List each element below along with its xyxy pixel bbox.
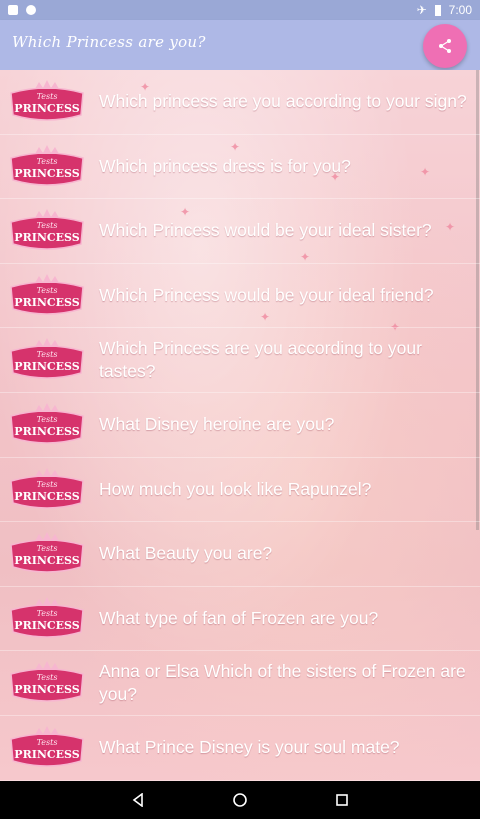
logo-small-text: Tests <box>37 544 58 553</box>
logo-big-text: PRINCESS <box>14 490 79 503</box>
share-icon <box>439 39 451 53</box>
home-icon <box>233 793 247 807</box>
quiz-list-item[interactable]: Tests PRINCESS What Disney heroine are y… <box>0 393 480 458</box>
logo-big-text: PRINCESS <box>14 554 79 567</box>
tests-princess-logo-icon: Tests PRINCESS <box>10 144 84 186</box>
tests-princess-logo-icon: Tests PRINCESS <box>10 725 84 767</box>
logo-big-text: PRINCESS <box>14 619 79 632</box>
quiz-item-label: Which Princess would be your ideal frien… <box>99 285 434 306</box>
tests-princess-logo-icon: Tests PRINCESS <box>10 467 84 509</box>
tests-princess-logo-icon: Tests PRINCESS <box>10 273 84 315</box>
status-system: ✈ 7:00 <box>417 0 472 20</box>
tests-princess-logo-icon: Tests PRINCESS <box>10 402 84 444</box>
quiz-item-label: What Beauty you are? <box>99 543 273 564</box>
quiz-list-item[interactable]: Tests PRINCESS Which princess dress is f… <box>0 135 480 200</box>
quiz-list-item[interactable]: Tests PRINCESS Which Princess would be y… <box>0 199 480 264</box>
quiz-list-item[interactable]: Tests PRINCESS What Beauty you are? <box>0 522 480 587</box>
recents-button[interactable] <box>332 790 352 810</box>
logo-big-text: PRINCESS <box>14 296 79 309</box>
quiz-list-item[interactable]: Tests PRINCESS Which princess are you ac… <box>0 70 480 135</box>
quiz-list-item[interactable]: Tests PRINCESS How much you look like Ra… <box>0 458 480 523</box>
logo-small-text: Tests <box>37 157 58 166</box>
quiz-item-label: What Disney heroine are you? <box>99 414 335 435</box>
quiz-list-item[interactable]: Tests PRINCESS Anna or Elsa Which of the… <box>0 651 480 716</box>
quiz-item-label: Which princess dress is for you? <box>99 155 351 176</box>
logo-big-text: PRINCESS <box>14 167 79 180</box>
quiz-item-label: Which Princess would be your ideal siste… <box>99 220 432 241</box>
logo-small-text: Tests <box>37 350 58 359</box>
quiz-list-item[interactable]: Tests PRINCESS Which Princess would be y… <box>0 264 480 329</box>
back-icon <box>132 793 143 807</box>
quiz-list-item[interactable]: Tests PRINCESS What Prince Disney is you… <box>0 716 480 781</box>
android-icon <box>26 5 36 15</box>
status-bar: ✈ 7:00 <box>0 0 480 20</box>
tests-princess-logo-icon: Tests PRINCESS <box>10 209 84 250</box>
tests-princess-logo-icon: Tests PRINCESS <box>10 532 84 573</box>
status-notifications <box>8 0 36 20</box>
logo-big-text: PRINCESS <box>14 231 79 244</box>
quiz-list: Tests PRINCESS Which princess are you ac… <box>0 70 480 781</box>
battery-icon <box>434 4 441 16</box>
logo-big-text: PRINCESS <box>14 360 79 373</box>
logo-small-text: Tests <box>37 738 58 747</box>
quiz-item-label: What Prince Disney is your soul mate? <box>99 737 400 758</box>
quiz-item-label: Which princess are you according to your… <box>99 91 467 112</box>
page-title: Which Princess are you? <box>12 33 206 51</box>
logo-small-text: Tests <box>37 609 58 618</box>
app-bar: Which Princess are you? <box>0 20 480 70</box>
logo-small-text: Tests <box>37 92 58 101</box>
tests-princess-logo-icon: Tests PRINCESS <box>10 80 84 121</box>
tests-princess-logo-icon: Tests PRINCESS <box>10 338 84 380</box>
logo-small-text: Tests <box>37 480 58 489</box>
quiz-item-label: How much you look like Rapunzel? <box>99 478 372 499</box>
home-button[interactable] <box>230 790 250 810</box>
logo-small-text: Tests <box>37 673 58 682</box>
logo-big-text: PRINCESS <box>14 683 79 696</box>
logo-small-text: Tests <box>37 415 58 424</box>
logo-big-text: PRINCESS <box>14 748 79 761</box>
notification-icon <box>8 5 18 15</box>
logo-big-text: PRINCESS <box>14 102 79 115</box>
quiz-list-container[interactable]: ✦ ✦ ✦ ✦ ✦ ✦ ✦ ✦ ✦ Tests PRINCESS Which p… <box>0 70 480 781</box>
logo-small-text: Tests <box>37 221 58 230</box>
recents-icon <box>336 794 348 806</box>
quiz-list-item[interactable]: Tests PRINCESS What type of fan of Froze… <box>0 587 480 652</box>
logo-big-text: PRINCESS <box>14 425 79 438</box>
logo-small-text: Tests <box>37 286 58 295</box>
quiz-item-label: Anna or Elsa Which of the sisters of Fro… <box>99 661 466 705</box>
airplane-icon: ✈ <box>416 3 427 17</box>
back-button[interactable] <box>128 790 148 810</box>
share-button[interactable] <box>423 24 467 68</box>
navigation-bar <box>0 781 480 819</box>
tests-princess-logo-icon: Tests PRINCESS <box>10 661 84 703</box>
tests-princess-logo-icon: Tests PRINCESS <box>10 596 84 638</box>
quiz-item-label: Which Princess are you according to your… <box>99 338 422 382</box>
quiz-item-label: What type of fan of Frozen are you? <box>99 608 379 629</box>
status-time: 7:00 <box>448 3 472 17</box>
quiz-list-item[interactable]: Tests PRINCESS Which Princess are you ac… <box>0 328 480 393</box>
